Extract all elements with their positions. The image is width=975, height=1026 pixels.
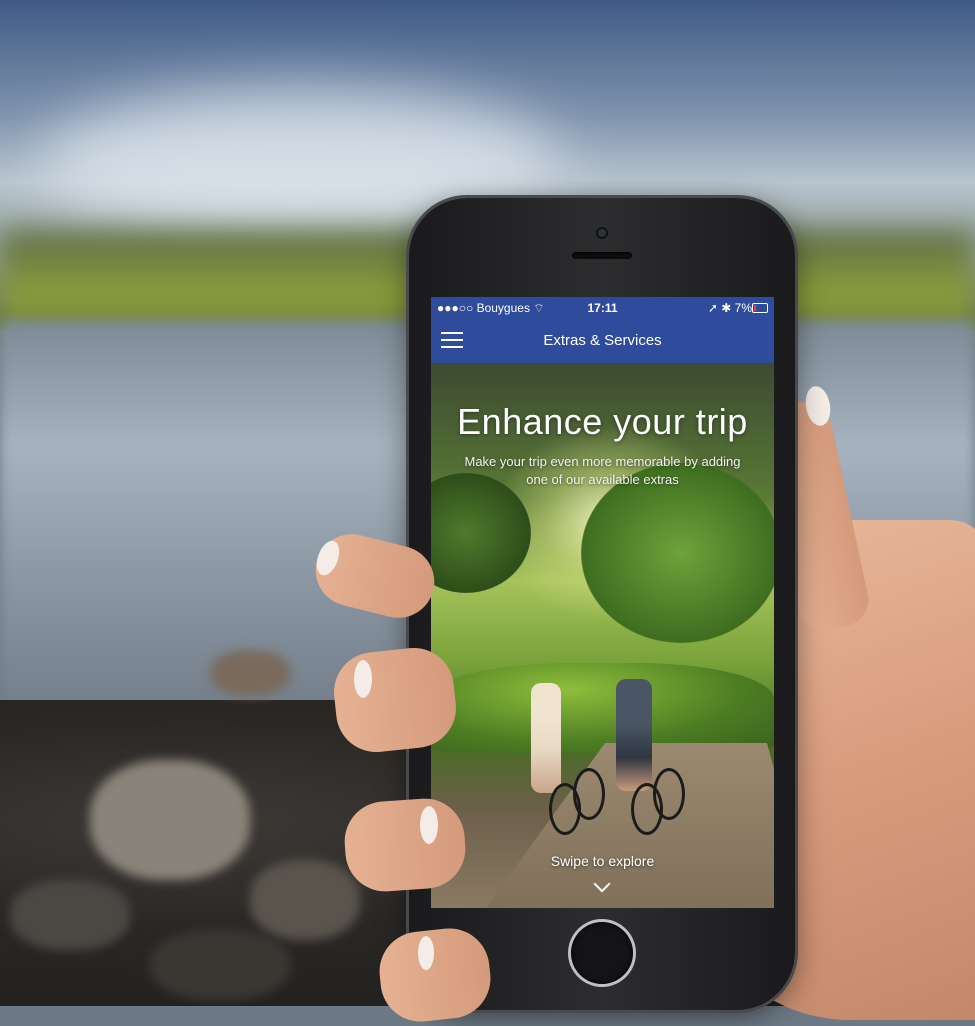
finger — [342, 795, 468, 895]
tree — [581, 463, 774, 643]
stone — [150, 930, 290, 1000]
hedge — [431, 663, 774, 753]
battery-icon — [752, 303, 768, 313]
stone — [10, 880, 130, 950]
page-title: Extras & Services — [543, 332, 662, 349]
home-button[interactable] — [571, 922, 633, 984]
status-bar: ●●●○○ Bouygues ⌔ 17:11 ➚ ✱ 7% — [431, 297, 774, 319]
cyclist-woman-left — [531, 683, 561, 793]
app-header: Extras & Services — [431, 319, 774, 363]
swipe-to-explore-label[interactable]: Swipe to explore — [431, 853, 774, 869]
stone — [210, 650, 290, 696]
hero-subtitle: Make your trip even more memorable by ad… — [464, 454, 741, 487]
earpiece-speaker — [572, 252, 632, 259]
finger-nail — [420, 806, 438, 844]
hero-image[interactable]: Enhance your trip Make your trip even mo… — [431, 363, 774, 908]
hero-title: Enhance your trip — [457, 401, 748, 442]
front-camera — [598, 229, 606, 237]
status-indicators: ➚ ✱ 7% — [707, 301, 752, 315]
bicycle-wheel — [653, 768, 685, 820]
finger-nail — [418, 936, 434, 970]
finger-nail — [354, 660, 372, 698]
cyclist-woman-right — [616, 679, 652, 791]
finger — [375, 924, 495, 1026]
phone-screen: ●●●○○ Bouygues ⌔ 17:11 ➚ ✱ 7% Extras & S… — [431, 297, 774, 908]
stone — [250, 860, 360, 940]
finger — [330, 644, 460, 756]
bicycle-wheel — [573, 768, 605, 820]
stone — [90, 760, 250, 880]
